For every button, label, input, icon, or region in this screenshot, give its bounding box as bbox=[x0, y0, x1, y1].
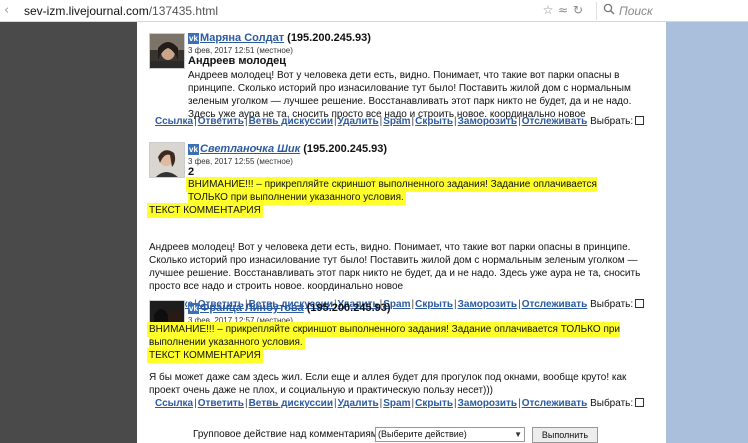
comment-text: Андреев молодец! Вот у человека дети ест… bbox=[188, 70, 632, 120]
group-action-label: Групповое действие над комментариями: bbox=[193, 429, 387, 440]
link-button[interactable]: Ссылка bbox=[155, 398, 193, 409]
comment-date: 3 фев, 2017 12:55 (местное) bbox=[188, 157, 293, 166]
highlighted-comment-label: ТЕКСТ КОММЕНТАРИЯ bbox=[149, 204, 261, 217]
comment-actions: Ссылка|Ответить|Ветвь дискуссии|Удалить|… bbox=[155, 115, 655, 129]
thread-button[interactable]: Ветвь дискуссии bbox=[249, 398, 333, 409]
address-bar[interactable]: sev-izm.livejournal.com/137435.html bbox=[24, 3, 218, 19]
freeze-button[interactable]: Заморозить bbox=[458, 116, 517, 127]
left-page-background bbox=[0, 22, 137, 443]
comment-actions: Ссылка|Ответить|Ветвь дискуссии|Удалить|… bbox=[155, 397, 655, 411]
execute-button[interactable]: Выполнить bbox=[532, 427, 598, 443]
reload-icon[interactable]: ↻ bbox=[571, 3, 585, 17]
freeze-button[interactable]: Заморозить bbox=[458, 299, 517, 310]
comments-area: vk Маряна Солдат (195.200.245.93) 3 фев, … bbox=[137, 22, 666, 443]
hide-button[interactable]: Скрыть bbox=[415, 398, 453, 409]
spam-button[interactable]: Spam bbox=[383, 116, 410, 127]
select-checkbox[interactable] bbox=[635, 116, 645, 125]
hide-button[interactable]: Скрыть bbox=[415, 116, 453, 127]
select-label: Выбрать: bbox=[590, 398, 634, 409]
browser-toolbar: ‹ sev-izm.livejournal.com/137435.html ☆ ≈… bbox=[0, 0, 748, 22]
avatar[interactable] bbox=[149, 142, 185, 178]
reply-button[interactable]: Ответить bbox=[198, 116, 244, 127]
vk-icon: vk bbox=[188, 303, 199, 314]
rss-icon[interactable]: ≈ bbox=[556, 3, 570, 17]
username-link[interactable]: Маряна Солдат bbox=[200, 32, 284, 44]
spam-button[interactable]: Spam bbox=[383, 398, 410, 409]
user-line: vk Светланочка Шик (195.200.245.93) bbox=[188, 143, 387, 156]
search-icon bbox=[603, 3, 615, 18]
vk-icon: vk bbox=[188, 144, 199, 155]
freeze-button[interactable]: Заморозить bbox=[458, 398, 517, 409]
toolbar-icons: ☆ ≈ ↻ bbox=[541, 3, 586, 19]
select-label: Выбрать: bbox=[590, 299, 634, 310]
notice-text: ВНИМАНИЕ!!! – прикрепляйте скриншот выпо… bbox=[149, 324, 621, 348]
track-button[interactable]: Отслеживать bbox=[522, 116, 588, 127]
link-button[interactable]: Ссылка bbox=[155, 116, 193, 127]
comment-text: Андреев молодец! Вот у человека дети ест… bbox=[149, 242, 641, 292]
comment-text: Я бы может даже сам здесь жил. Если еще … bbox=[149, 372, 627, 396]
url-path: /137435.html bbox=[148, 4, 219, 18]
star-icon[interactable]: ☆ bbox=[541, 3, 555, 17]
group-action-select[interactable]: (Выберите действие) ▼ bbox=[375, 427, 525, 442]
thread-button[interactable]: Ветвь дискуссии bbox=[249, 116, 333, 127]
search-input[interactable] bbox=[619, 3, 739, 18]
notice-text: ВНИМАНИЕ!!! – прикрепляйте скриншот выпо… bbox=[188, 179, 597, 203]
comment-subject: 2 bbox=[188, 166, 195, 178]
username-link[interactable]: Франца Линбутова bbox=[200, 302, 304, 314]
chevron-down-icon: ▼ bbox=[514, 430, 522, 439]
username-link[interactable]: Светланочка Шик bbox=[200, 143, 300, 155]
hide-button[interactable]: Скрыть bbox=[415, 299, 453, 310]
select-checkbox[interactable] bbox=[635, 398, 645, 407]
highlighted-notice: ВНИМАНИЕ!!! – прикрепляйте скриншот выпо… bbox=[188, 178, 628, 204]
reply-button[interactable]: Ответить bbox=[198, 398, 244, 409]
highlighted-notice: ВНИМАНИЕ!!! – прикрепляйте скриншот выпо… bbox=[149, 323, 634, 349]
select-label: Выбрать: bbox=[590, 116, 634, 127]
comment-header: vk Маряна Солдат (195.200.245.93) 3 фев, … bbox=[188, 32, 371, 56]
right-page-background bbox=[666, 22, 748, 443]
comment-subject: Андреев молодец bbox=[188, 55, 287, 67]
track-button[interactable]: Отслеживать bbox=[522, 398, 588, 409]
comment-label-text: ТЕКСТ КОММЕНТАРИЯ bbox=[149, 350, 261, 361]
select-checkbox[interactable] bbox=[635, 299, 645, 308]
track-button[interactable]: Отслеживать bbox=[522, 299, 588, 310]
url-host: sev-izm.livejournal.com bbox=[24, 4, 149, 18]
delete-button[interactable]: Удалить bbox=[338, 398, 379, 409]
vk-icon: vk bbox=[188, 33, 199, 44]
comment-label-text: ТЕКСТ КОММЕНТАРИЯ bbox=[149, 205, 261, 216]
browser-search[interactable] bbox=[596, 2, 744, 20]
comment-header: vk Светланочка Шик (195.200.245.93) 3 фев… bbox=[188, 143, 387, 167]
user-line: vk Франца Линбутова (195.200.245.93) bbox=[188, 302, 391, 315]
highlighted-comment-label: ТЕКСТ КОММЕНТАРИЯ bbox=[149, 349, 261, 362]
group-action-select-value: (Выберите действие) bbox=[378, 429, 467, 439]
avatar[interactable] bbox=[149, 33, 185, 69]
ip-address: (195.200.245.93) bbox=[287, 32, 371, 44]
delete-button[interactable]: Удалить bbox=[338, 116, 379, 127]
back-arrow-icon[interactable]: ‹ bbox=[4, 3, 18, 19]
group-action-row: Групповое действие над комментариями: (В… bbox=[137, 427, 666, 443]
ip-address: (195.200.245.93) bbox=[303, 143, 388, 155]
ip-address: (195.200.245.93) bbox=[306, 302, 391, 314]
user-line: vk Маряна Солдат (195.200.245.93) bbox=[188, 32, 371, 45]
